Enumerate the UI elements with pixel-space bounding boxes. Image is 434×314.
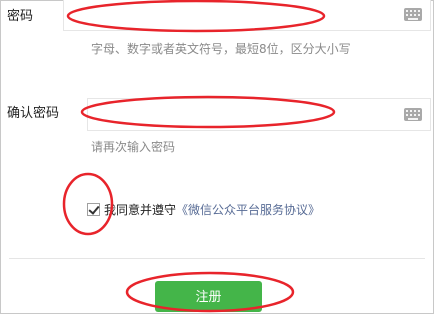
- confirm-password-input[interactable]: [88, 99, 430, 130]
- keyboard-icon[interactable]: [404, 8, 422, 21]
- password-input[interactable]: [64, 0, 430, 30]
- agreement-text: 我同意并遵守: [104, 202, 177, 217]
- confirm-password-field[interactable]: [87, 98, 431, 131]
- password-label: 密码: [7, 9, 34, 24]
- register-button[interactable]: 注册: [155, 281, 262, 312]
- divider: [9, 258, 425, 259]
- confirm-password-hint: 请再次输入密码: [91, 140, 176, 154]
- agreement-checkbox[interactable]: [87, 202, 100, 216]
- registration-form-panel: 密码 字母、数字或者英文符号，最短8位，区分大小写 确认密码 请再次输入密码 我…: [0, 0, 434, 314]
- password-field[interactable]: [63, 0, 431, 31]
- keyboard-icon[interactable]: [404, 108, 422, 121]
- confirm-password-label: 确认密码: [7, 106, 60, 121]
- service-agreement-link[interactable]: 《微信公众平台服务协议》: [176, 201, 320, 218]
- password-hint: 字母、数字或者英文符号，最短8位，区分大小写: [91, 42, 351, 56]
- checkmark-icon: [88, 202, 100, 215]
- agreement-row: 我同意并遵守 《微信公众平台服务协议》: [87, 199, 320, 219]
